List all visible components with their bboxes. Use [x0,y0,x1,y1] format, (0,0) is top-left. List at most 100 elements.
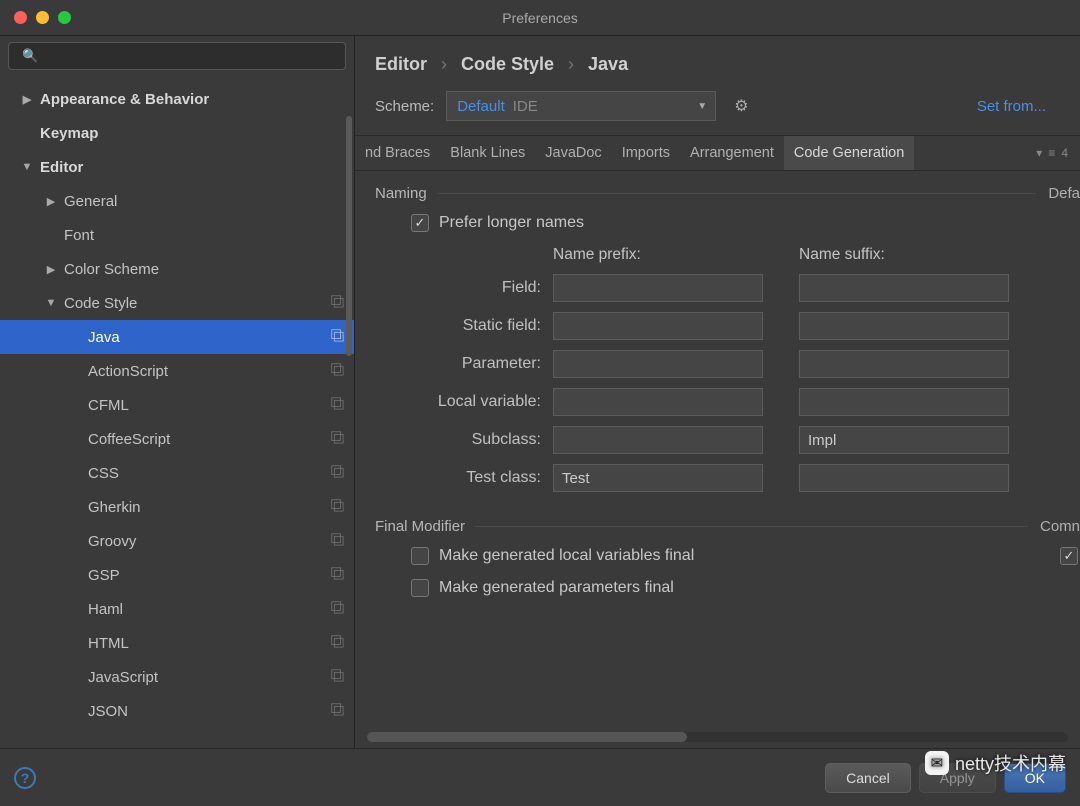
naming-row-label: Parameter: [375,355,545,373]
window-title: Preferences [0,10,1080,26]
scheme-indicator-icon [330,362,344,380]
prefix-input-0[interactable] [553,274,763,302]
tree-item-coffeescript[interactable]: CoffeeScript [0,422,354,456]
tree-item-label: JSON [88,703,128,720]
suffix-input-0[interactable] [799,274,1009,302]
tab-code-generation[interactable]: Code Generation [784,136,914,170]
chevron-down-icon: ▾ [1036,146,1042,160]
tree-item-label: CSS [88,465,119,482]
suffix-input-4[interactable] [799,426,1009,454]
apply-button[interactable]: Apply [919,763,996,793]
col-suffix-header: Name suffix: [799,246,1009,264]
section-naming-title: Naming [375,185,427,202]
suffix-input-3[interactable] [799,388,1009,416]
breadcrumb-java: Java [588,54,628,75]
tab-imports[interactable]: Imports [612,136,680,170]
tree-item-general[interactable]: ▶General [0,184,354,218]
horizontal-scrollbar-thumb[interactable] [367,732,687,742]
titlebar: Preferences [0,0,1080,36]
tree-item-java[interactable]: Java [0,320,354,354]
tree-item-code-style[interactable]: ▼ Code Style [0,286,354,320]
scheme-indicator-icon [330,430,344,448]
disclosure-arrow-icon: ▶ [44,263,58,276]
tab-arrangement[interactable]: Arrangement [680,136,784,170]
tab-nd-braces[interactable]: nd Braces [355,136,440,170]
disclosure-arrow-icon: ▶ [20,93,34,106]
breadcrumb-codestyle[interactable]: Code Style [461,54,554,75]
tree-item-html[interactable]: HTML [0,626,354,660]
tree-item-appearance-behavior[interactable]: ▶ Appearance & Behavior [0,82,354,116]
tree-item-label: Font [64,227,94,244]
tree-item-label: Appearance & Behavior [40,91,209,108]
tree-item-css[interactable]: CSS [0,456,354,490]
tree-item-cfml[interactable]: CFML [0,388,354,422]
tree-item-gsp[interactable]: GSP [0,558,354,592]
scheme-label: Scheme: [375,98,434,115]
naming-row-label: Test class: [375,469,545,487]
tree-item-haml[interactable]: Haml [0,592,354,626]
prefix-input-5[interactable] [553,464,763,492]
right-cut-checkbox[interactable] [1060,547,1078,565]
naming-row-label: Subclass: [375,431,545,449]
final-local-checkbox[interactable] [411,547,429,565]
chevron-right-icon: › [568,54,574,75]
search-input[interactable] [8,42,346,70]
scheme-indicator-icon [330,566,344,584]
set-from-link[interactable]: Set from... [977,98,1060,115]
help-icon[interactable]: ? [14,767,36,789]
tree-item-gherkin[interactable]: Gherkin [0,490,354,524]
breadcrumb-editor[interactable]: Editor [375,54,427,75]
gear-icon[interactable]: ⚙ [734,96,748,116]
tree-item-label: Keymap [40,125,98,142]
tree-item-json[interactable]: JSON [0,694,354,728]
tree-item-actionscript[interactable]: ActionScript [0,354,354,388]
tree-item-editor[interactable]: ▼Editor [0,150,354,184]
search-icon: 🔍 [22,48,38,64]
tree-item-label: GSP [88,567,120,584]
scheme-indicator-icon [330,328,344,346]
col-prefix-header: Name prefix: [553,246,763,264]
ok-button[interactable]: OK [1004,763,1066,793]
tree-item-label: CoffeeScript [88,431,170,448]
prefer-longer-checkbox[interactable] [411,214,429,232]
scheme-select[interactable]: Default IDE ▼ [446,91,716,121]
prefix-input-3[interactable] [553,388,763,416]
tab-tools[interactable]: ▾≡4 [1036,146,1080,160]
sidebar: 🔍 ▶ Appearance & Behavior Keymap ▼Editor▶Ge… [0,36,355,748]
disclosure-arrow-icon: ▼ [20,161,34,173]
disclosure-arrow-icon: ▼ [44,297,58,309]
scheme-indicator-icon [330,634,344,652]
chevron-right-icon: › [441,54,447,75]
tree-item-label: Code Style [64,295,137,312]
tree-item-javascript[interactable]: JavaScript [0,660,354,694]
tree-item-groovy[interactable]: Groovy [0,524,354,558]
suffix-input-2[interactable] [799,350,1009,378]
horizontal-scrollbar-track[interactable] [367,732,1068,742]
tree-item-font[interactable]: Font [0,218,354,252]
tab-blank-lines[interactable]: Blank Lines [440,136,535,170]
scheme-indicator-icon [330,396,344,414]
cancel-button[interactable]: Cancel [825,763,911,793]
final-params-checkbox[interactable] [411,579,429,597]
suffix-input-1[interactable] [799,312,1009,340]
naming-row-label: Static field: [375,317,545,335]
divider [475,526,1028,527]
tree-item-label: Haml [88,601,123,618]
naming-row-label: Local variable: [375,393,545,411]
scheme-indicator-icon [330,668,344,686]
prefer-longer-label: Prefer longer names [439,214,584,232]
tree-item-color-scheme[interactable]: ▶ Color Scheme [0,252,354,286]
sidebar-scrollbar[interactable] [346,116,352,356]
prefix-input-1[interactable] [553,312,763,340]
suffix-input-5[interactable] [799,464,1009,492]
tree-item-label: Color Scheme [64,261,159,278]
final-local-label: Make generated local variables final [439,547,694,565]
chevron-down-icon: ▼ [697,101,707,112]
tree-item-keymap[interactable]: Keymap [0,116,354,150]
prefix-input-4[interactable] [553,426,763,454]
tree-item-label: Groovy [88,533,136,550]
disclosure-arrow-icon: ▶ [44,195,58,208]
tree-item-label: CFML [88,397,129,414]
tab-javadoc[interactable]: JavaDoc [535,136,611,170]
prefix-input-2[interactable] [553,350,763,378]
